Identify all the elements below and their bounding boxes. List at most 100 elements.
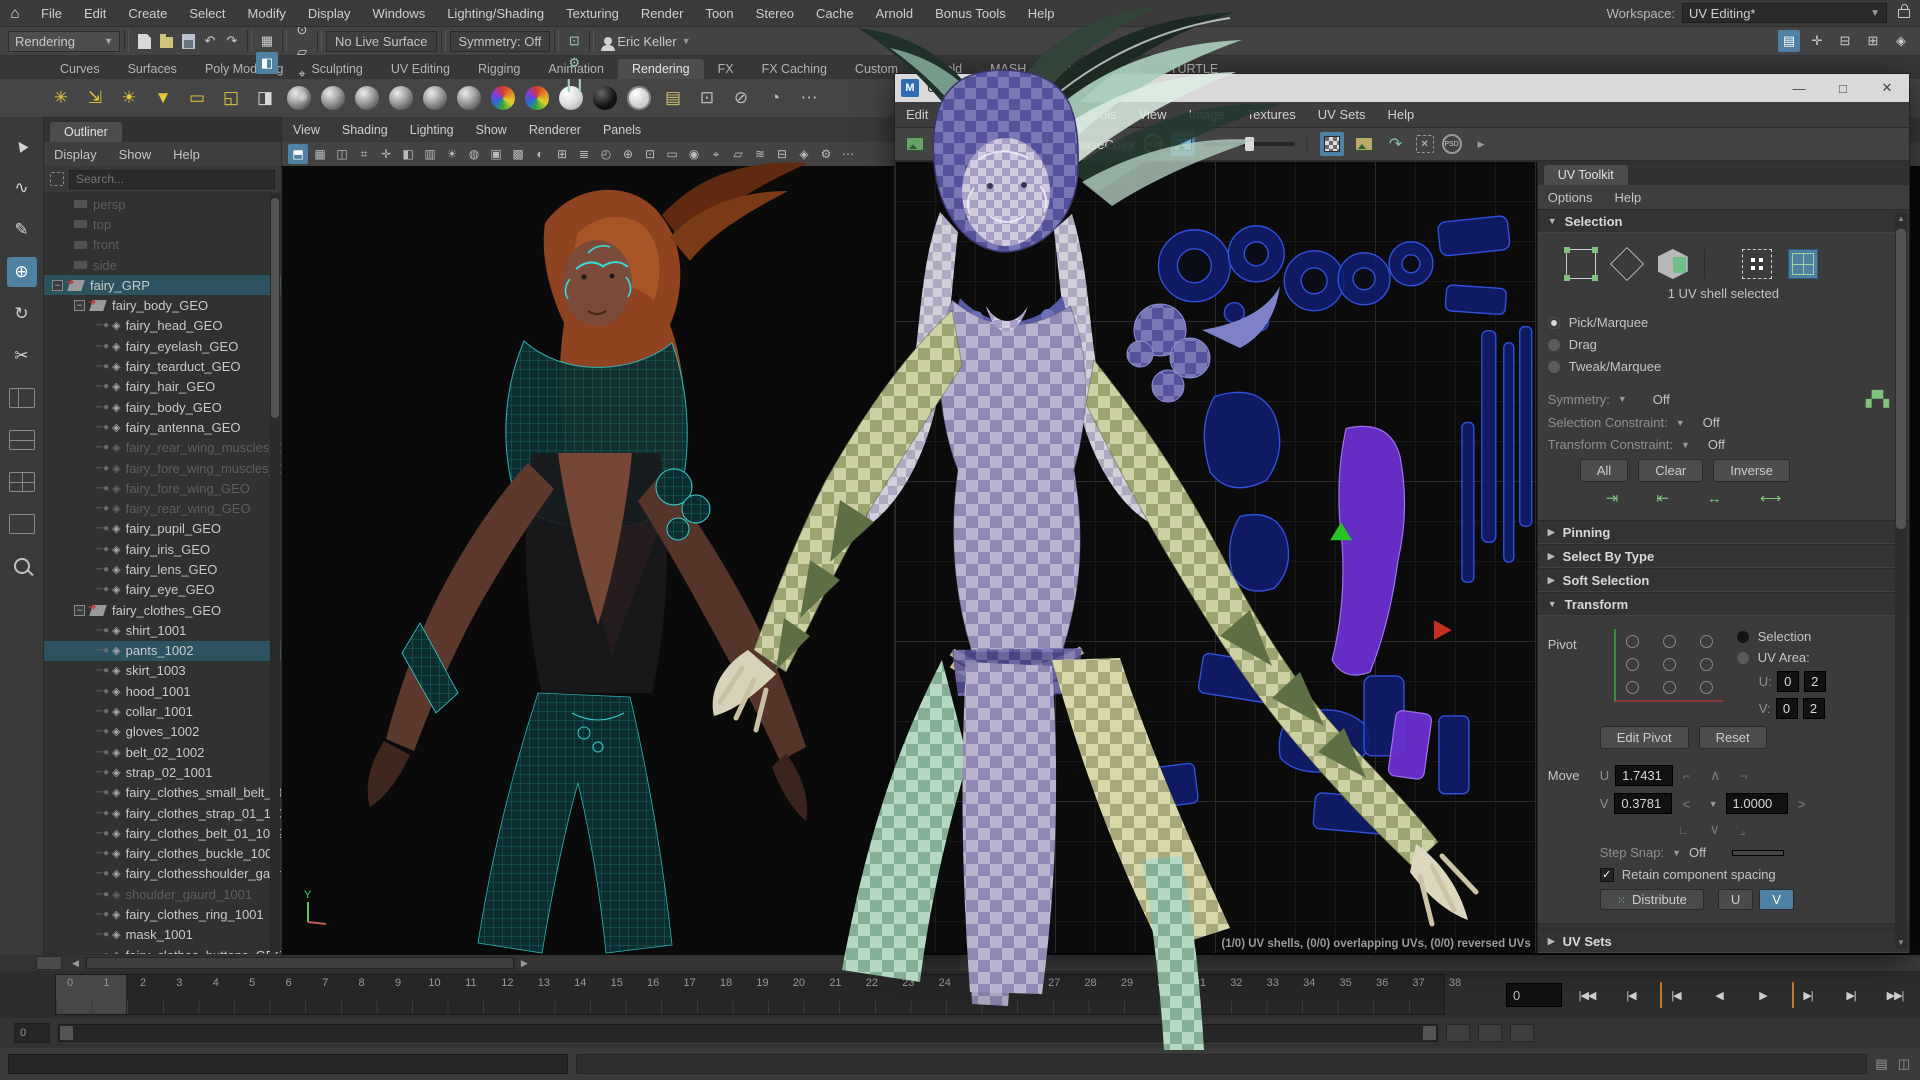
redo-icon[interactable]: ↷ — [221, 30, 243, 52]
uv-menu-help[interactable]: Help — [1376, 107, 1425, 122]
home-icon[interactable]: ⌂ — [0, 5, 30, 22]
pivot-position-grid[interactable] — [1614, 629, 1723, 702]
outliner-item-hood-1001[interactable]: ─●◈hood_1001 — [44, 681, 281, 701]
phonge-icon[interactable] — [420, 83, 450, 113]
layout-preset-1-icon[interactable] — [7, 383, 37, 413]
section-select-by-type[interactable]: ▶Select By Type — [1538, 544, 1909, 568]
section-transform[interactable]: ▼Transform — [1538, 592, 1909, 616]
step-back-frame-button[interactable]: |◀ — [1660, 982, 1690, 1008]
move-left-button[interactable]: < — [1672, 796, 1700, 812]
uv-menu-modify[interactable]: Modify — [1015, 107, 1075, 122]
isolate-select-icon[interactable]: ↷ — [1384, 132, 1408, 156]
layout-preset-4-icon[interactable] — [7, 509, 37, 539]
menu-create[interactable]: Create — [117, 6, 178, 21]
character-controls-icon[interactable]: ✛ — [1806, 30, 1828, 52]
menu-arnold[interactable]: Arnold — [865, 6, 925, 21]
viewport-tool-10-icon[interactable]: ▣ — [486, 144, 506, 164]
uv-menu-edit[interactable]: Edit — [895, 107, 939, 122]
align-uv-3-icon[interactable]: ↔ — [1707, 490, 1722, 507]
menu-bonus-tools[interactable]: Bonus Tools — [924, 6, 1017, 21]
outliner-menu-show[interactable]: Show — [109, 147, 162, 162]
outliner-item-collar-1001[interactable]: ─●◈collar_1001 — [44, 701, 281, 721]
uv-toolkit-menu-help[interactable]: Help — [1605, 190, 1652, 205]
render-region-icon[interactable]: ⊡ — [563, 30, 585, 52]
outliner-item-fairy-body-geo[interactable]: −fairy_body_GEO — [44, 295, 281, 315]
play-backward-button[interactable]: ◀ — [1704, 982, 1734, 1008]
viewport-menu-panels[interactable]: Panels — [592, 123, 652, 137]
outliner-item-skirt-1003[interactable]: ─●◈skirt_1003 — [44, 661, 281, 681]
symmetry-icon[interactable]: ▞▚ — [1866, 390, 1889, 408]
reset-pivot-button[interactable]: Reset — [1699, 726, 1767, 749]
menu-file[interactable]: File — [30, 6, 73, 21]
maximize-icon[interactable]: □ — [1821, 74, 1865, 102]
current-frame-field[interactable]: 0 — [1506, 983, 1562, 1007]
shelf-tab-fx-caching[interactable]: FX Caching — [748, 59, 841, 79]
viewport-tool-12-icon[interactable]: ◐ — [530, 144, 550, 164]
outliner-item-fairy-clothesshoulder-gaurd-[interactable]: ─●◈fairy_clothesshoulder_gaurd_ — [44, 864, 281, 884]
shade-uvs-icon[interactable]: ✕ — [1416, 135, 1434, 153]
menu-set-dropdown[interactable]: Rendering ▼ — [8, 31, 120, 52]
shelf-tab-rendering[interactable]: Rendering — [618, 59, 704, 79]
step-back-key-button[interactable]: |◀ — [1616, 982, 1646, 1008]
lasso-tool-icon[interactable]: ∿ — [7, 173, 37, 203]
uv-area-v1-field[interactable]: 2 — [1803, 698, 1825, 719]
uv-snapshot-icon[interactable] — [1352, 132, 1376, 156]
outliner-item-fairy-clothes-ring-1001[interactable]: ─●◈fairy_clothes_ring_1001 — [44, 904, 281, 924]
outliner-item-fairy-tearduct-geo[interactable]: ─●◈fairy_tearduct_GEO — [44, 356, 281, 376]
select-uv-shell-icon[interactable] — [1788, 249, 1818, 279]
uv-menu-textures[interactable]: Textures — [1236, 107, 1307, 122]
go-to-end-button[interactable]: ▶▶| — [1880, 982, 1910, 1008]
zoom-tool-icon[interactable] — [7, 551, 37, 581]
section-pinning[interactable]: ▶Pinning — [1538, 520, 1909, 544]
cut-uv-tool-icon[interactable]: ✂ — [7, 341, 37, 371]
workspace-lock-icon[interactable] — [1898, 9, 1910, 18]
viewport-menu-show[interactable]: Show — [465, 123, 518, 137]
viewport-tool-26-icon[interactable]: ⋯ — [838, 144, 858, 164]
chevron-down-icon[interactable]: ▼ — [1681, 440, 1690, 450]
viewport-tool-8-icon[interactable]: ☀ — [442, 144, 462, 164]
viewport-menu-lighting[interactable]: Lighting — [399, 123, 465, 137]
content-browser-icon[interactable]: ◫ — [1898, 1056, 1910, 1072]
distribute-u-button[interactable]: U — [1718, 889, 1753, 910]
viewport-tool-24-icon[interactable]: ◈ — [794, 144, 814, 164]
user-account-menu[interactable]: Eric Keller ▼ — [604, 34, 690, 49]
uv-menu-polygons[interactable]: Polygons — [939, 107, 1014, 122]
viewport-tool-2-icon[interactable]: ▦ — [310, 144, 330, 164]
section-uv-sets[interactable]: ▶UV Sets — [1538, 929, 1909, 953]
command-input[interactable] — [8, 1054, 568, 1074]
outliner-item-fairy-fore-wing-geo[interactable]: ─●◈fairy_fore_wing_GEO — [44, 478, 281, 498]
checker-filter-icon[interactable] — [1320, 132, 1344, 156]
pivot-uv-area-radio[interactable] — [1737, 652, 1749, 664]
outliner-item-fairy-body-geo[interactable]: ─●◈fairy_body_GEO — [44, 397, 281, 417]
retain-spacing-checkbox[interactable]: ✓ — [1600, 868, 1614, 882]
anisotropic-icon[interactable] — [454, 83, 484, 113]
menu-render[interactable]: Render — [630, 6, 695, 21]
viewport-tool-4-icon[interactable]: ⌗ — [354, 144, 374, 164]
outliner-item-strap-02-1001[interactable]: ─●◈strap_02_1001 — [44, 762, 281, 782]
outliner-item-belt-02-1002[interactable]: ─●◈belt_02_1002 — [44, 742, 281, 762]
outliner-item-fairy-eyelash-geo[interactable]: ─●◈fairy_eyelash_GEO — [44, 336, 281, 356]
viewport-tool-21-icon[interactable]: ▱ — [728, 144, 748, 164]
channel-box-icon[interactable]: ◈ — [1890, 30, 1912, 52]
phong-icon[interactable] — [386, 83, 416, 113]
checker-map-icon[interactable] — [935, 134, 955, 154]
outliner-item-fairy-fore-wing-muscles-ge[interactable]: ─●◈fairy_fore_wing_muscles_GE — [44, 458, 281, 478]
outliner-item-fairy-clothes-buckle-1002[interactable]: ─●◈fairy_clothes_buckle_1002 — [44, 844, 281, 864]
menu-stereo[interactable]: Stereo — [745, 6, 805, 21]
outliner-item-mask-1001[interactable]: ─●◈mask_1001 — [44, 925, 281, 945]
shelf-tab-fx[interactable]: FX — [704, 59, 748, 79]
menu-select[interactable]: Select — [178, 6, 236, 21]
uv-area-u1-field[interactable]: 2 — [1804, 671, 1826, 692]
viewport-tool-23-icon[interactable]: ⊟ — [772, 144, 792, 164]
outliner-item-side[interactable]: side — [44, 255, 281, 275]
layered-shader-icon[interactable] — [488, 83, 518, 113]
outliner-item-gloves-1002[interactable]: ─●◈gloves_1002 — [44, 722, 281, 742]
viewport-tool-5-icon[interactable]: ✛ — [376, 144, 396, 164]
scroll-right-icon[interactable]: ▶ — [515, 958, 534, 969]
distribute-button[interactable]: ⁙Distribute — [1600, 889, 1704, 910]
partial-render-icon[interactable]: ◔ — [760, 83, 790, 113]
more-icon[interactable]: ⋯ — [794, 83, 824, 113]
layout-preset-3-icon[interactable] — [7, 467, 37, 497]
use-background-icon[interactable] — [590, 83, 620, 113]
workspace-dropdown[interactable]: UV Editing* ▼ — [1682, 3, 1887, 23]
